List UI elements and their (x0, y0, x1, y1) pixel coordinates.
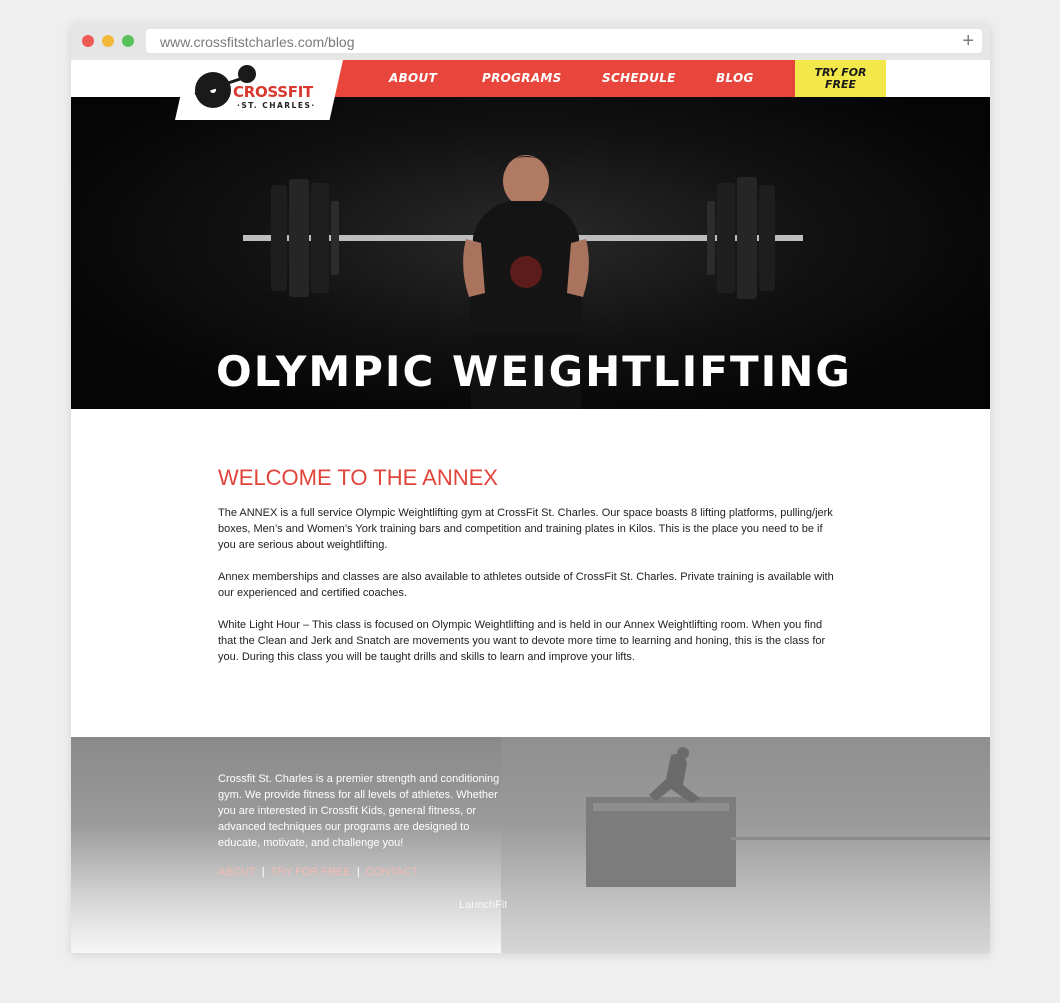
nav-programs[interactable]: PROGRAMS (482, 71, 562, 85)
nav-about[interactable]: ABOUT (389, 71, 437, 85)
main-content: WELCOME TO THE ANNEX The ANNEX is a full… (218, 465, 838, 681)
maximize-window-button[interactable] (122, 35, 134, 47)
footer-link-contact[interactable]: CONTACT (366, 866, 418, 878)
browser-window: www.crossfitstcharles.com/blog + ABOUT P… (71, 23, 990, 953)
site-logo[interactable]: CROSSFIT ·ST. CHARLES· (175, 60, 343, 120)
intro-paragraph: The ANNEX is a full service Olympic Weig… (218, 507, 833, 551)
try-for-free-button[interactable]: TRY FOR FREE (795, 60, 886, 98)
footer-separator: | (356, 866, 360, 878)
try-button-line2: FREE (824, 78, 856, 91)
welcome-heading: WELCOME TO THE ANNEX (218, 465, 498, 490)
url-text: www.crossfitstcharles.com/blog (160, 34, 355, 50)
site-footer: Crossfit St. Charles is a premier streng… (71, 737, 990, 953)
logo-subtitle: ·ST. CHARLES· (237, 101, 316, 110)
footer-link-about[interactable]: ABOUT (218, 866, 256, 878)
footer-description: Crossfit St. Charles is a premier streng… (218, 773, 500, 849)
footer-link-try-for-free[interactable]: TRY FOR FREE (270, 866, 350, 878)
hero-title: OLYMPIC WEIGHTLIFTING (216, 347, 852, 396)
membership-paragraph: Annex memberships and classes are also a… (218, 571, 834, 599)
browser-toolbar: www.crossfitstcharles.com/blog + (71, 23, 990, 61)
class-paragraph: White Light Hour – This class is focused… (218, 619, 826, 663)
footer-separator: | (261, 866, 265, 878)
hero-banner: OLYMPIC WEIGHTLIFTING (71, 97, 990, 409)
footer-credit[interactable]: LaunchFit (459, 899, 507, 911)
address-bar[interactable]: www.crossfitstcharles.com/blog + (146, 29, 982, 53)
box-jump-photo (501, 737, 990, 953)
logo-name: CROSSFIT (233, 83, 313, 101)
minimize-window-button[interactable] (102, 35, 114, 47)
close-window-button[interactable] (82, 35, 94, 47)
main-nav: ABOUT PROGRAMS SCHEDULE BLOG (329, 60, 795, 97)
footer-links: ABOUT | TRY FOR FREE | CONTACT (218, 866, 418, 878)
new-tab-plus-icon[interactable]: + (962, 30, 974, 52)
nav-schedule[interactable]: SCHEDULE (602, 71, 676, 85)
nav-blog[interactable]: BLOG (716, 71, 754, 85)
